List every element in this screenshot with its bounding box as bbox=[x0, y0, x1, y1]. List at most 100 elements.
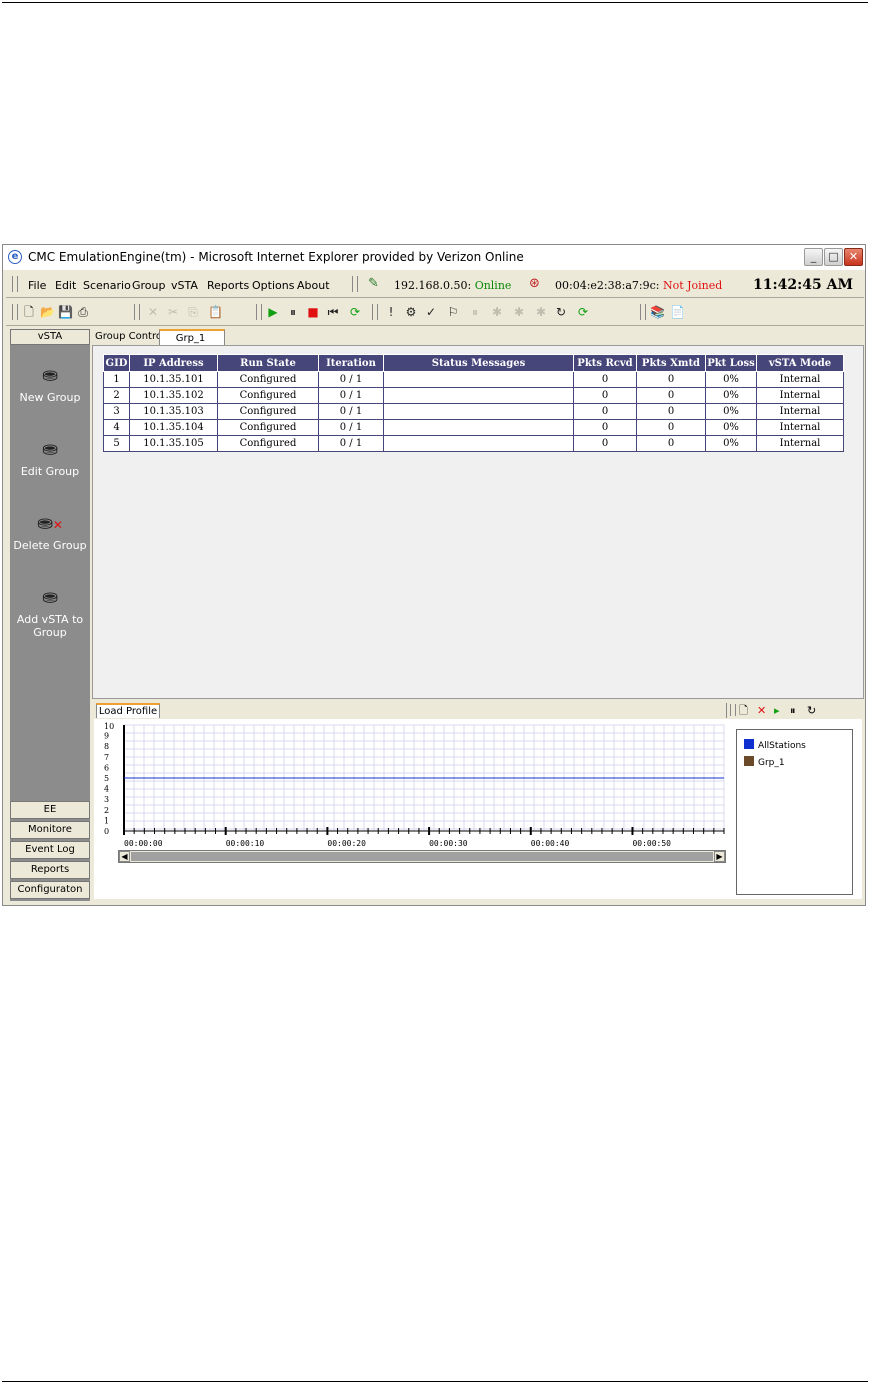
tab-load-profile[interactable]: Load Profile bbox=[96, 703, 160, 718]
toolbar-grip[interactable] bbox=[372, 304, 378, 320]
menu-edit[interactable]: Edit bbox=[55, 279, 76, 292]
chart-scrollbar[interactable]: ◀ ▶ bbox=[118, 850, 726, 863]
stop-icon[interactable]: ■ bbox=[306, 305, 320, 319]
col-gid[interactable]: GID bbox=[103, 354, 130, 372]
cell-pkt-loss: 0% bbox=[705, 435, 757, 452]
copy-icon[interactable]: ⎘ bbox=[186, 305, 200, 319]
menu-file[interactable]: File bbox=[28, 279, 46, 292]
menu-vsta[interactable]: vSTA bbox=[171, 279, 198, 292]
play-profile-icon[interactable]: ▸ bbox=[774, 704, 780, 717]
col-pkt-loss[interactable]: Pkt Loss bbox=[705, 354, 757, 372]
cell-pkt-loss: 0% bbox=[705, 387, 757, 404]
scroll-right-icon[interactable]: ▶ bbox=[714, 851, 725, 862]
cell-gid: 1 bbox=[103, 371, 130, 388]
open-folder-icon[interactable]: 📂 bbox=[40, 305, 55, 319]
menu-scenario[interactable]: Scenario bbox=[83, 279, 131, 292]
toolbar-grip[interactable] bbox=[640, 304, 646, 320]
toolbar-grip[interactable] bbox=[730, 704, 736, 716]
new-group-button[interactable]: ⛂ New Group bbox=[10, 363, 90, 404]
menu-reports[interactable]: Reports bbox=[207, 279, 249, 292]
cell-ip: 10.1.35.101 bbox=[129, 371, 218, 388]
network-status-icon: ✎ bbox=[368, 276, 379, 291]
tab-grp-1[interactable]: Grp_1 bbox=[159, 329, 225, 345]
new-file-icon[interactable]: 🗋 bbox=[22, 305, 36, 319]
chart-legend: AllStations Grp_1 bbox=[736, 729, 853, 895]
cell-pkts-xmtd: 0 bbox=[636, 371, 706, 388]
delete-group-button[interactable]: ⛂✕ Delete Group bbox=[10, 511, 90, 552]
delete-profile-icon[interactable]: ✕ bbox=[757, 704, 766, 717]
rewind-icon[interactable]: ⏮ bbox=[326, 305, 340, 319]
station-run-icon[interactable]: ⚐ bbox=[446, 305, 460, 319]
toolbar-grip[interactable] bbox=[134, 304, 140, 320]
station-pause-icon[interactable]: ⏸ bbox=[468, 305, 482, 319]
maximize-button[interactable]: □ bbox=[824, 248, 843, 266]
table-row[interactable]: 1 10.1.35.101 Configured 0 / 1 0 0 0% In… bbox=[103, 371, 844, 388]
close-button[interactable]: ✕ bbox=[844, 248, 863, 266]
col-iteration[interactable]: Iteration bbox=[318, 354, 384, 372]
col-vsta-mode[interactable]: vSTA Mode bbox=[756, 354, 844, 372]
scroll-left-icon[interactable]: ◀ bbox=[119, 851, 130, 862]
delete-icon[interactable]: ✕ bbox=[146, 305, 160, 319]
run-icon[interactable]: ▶ bbox=[266, 305, 280, 319]
edit-group-button[interactable]: ⛂ Edit Group bbox=[10, 437, 90, 478]
load-profile-chart: 10987654321000:00:00 00:00:10 00:00:20 00:0… bbox=[104, 722, 725, 848]
col-ip-address[interactable]: IP Address bbox=[129, 354, 218, 372]
table-row[interactable]: 2 10.1.35.102 Configured 0 / 1 0 0 0% In… bbox=[103, 387, 844, 404]
y-tick-label: 0 bbox=[104, 827, 109, 836]
document-icon[interactable]: 📄 bbox=[670, 305, 685, 319]
reload-icon[interactable]: ↻ bbox=[554, 305, 568, 319]
table-row[interactable]: 3 10.1.35.103 Configured 0 / 1 0 0 0% In… bbox=[103, 403, 844, 420]
col-run-state[interactable]: Run State bbox=[217, 354, 319, 372]
nav-event-log[interactable]: Event Log bbox=[10, 841, 90, 859]
new-profile-icon[interactable]: 🗋 bbox=[739, 704, 748, 717]
nav-reports[interactable]: Reports bbox=[10, 861, 90, 879]
toolbar-grip[interactable] bbox=[12, 276, 18, 292]
station-icon[interactable]: ǃ bbox=[384, 305, 398, 319]
menu-group[interactable]: Group bbox=[132, 279, 166, 292]
print-icon[interactable]: ⎙ bbox=[76, 305, 90, 319]
col-pkts-rcvd[interactable]: Pkts Rcvd bbox=[573, 354, 637, 372]
toolbar-grip[interactable] bbox=[256, 304, 262, 320]
add-vsta-button[interactable]: ⛂ Add vSTA to Group bbox=[10, 585, 90, 639]
cell-gid: 5 bbox=[103, 435, 130, 452]
report-icon[interactable]: 📚 bbox=[650, 305, 665, 319]
pause-profile-icon[interactable]: ⏸ bbox=[790, 704, 796, 717]
paste-icon[interactable]: 📋 bbox=[208, 305, 223, 319]
x-tick-label: 00:00:30 bbox=[429, 839, 468, 848]
y-tick-label: 10 bbox=[104, 722, 114, 731]
pause-icon[interactable]: ⏸ bbox=[286, 305, 300, 319]
nav-ee[interactable]: EE bbox=[10, 801, 90, 819]
tab-group-control[interactable]: Group Control bbox=[92, 329, 165, 345]
title-bar: e CMC EmulationEngine(tm) - Microsoft In… bbox=[3, 245, 865, 270]
table-row[interactable]: 4 10.1.35.104 Configured 0 / 1 0 0 0% In… bbox=[103, 419, 844, 436]
cut-icon[interactable]: ✂ bbox=[166, 305, 180, 319]
station-disabled-icon[interactable]: ✱ bbox=[534, 305, 548, 319]
menu-about[interactable]: About bbox=[297, 279, 330, 292]
nav-monitore[interactable]: Monitore bbox=[10, 821, 90, 839]
delete-group-label: Delete Group bbox=[13, 539, 87, 552]
toolbar-grip[interactable] bbox=[352, 276, 358, 292]
scroll-thumb[interactable] bbox=[131, 852, 713, 861]
sidebar-header[interactable]: vSTA bbox=[10, 329, 90, 345]
col-pkts-xmtd[interactable]: Pkts Xmtd bbox=[636, 354, 706, 372]
reset-profile-icon[interactable]: ↻ bbox=[807, 704, 816, 717]
menu-options[interactable]: Options bbox=[252, 279, 294, 292]
station-disabled-icon[interactable]: ✱ bbox=[490, 305, 504, 319]
toolbar-grip[interactable] bbox=[12, 304, 18, 320]
refresh-doc-icon[interactable]: ⟳ bbox=[348, 305, 362, 319]
cell-pkts-rcvd: 0 bbox=[573, 387, 637, 404]
save-icon[interactable]: 💾 bbox=[58, 305, 73, 319]
station-config-icon[interactable]: ⚙ bbox=[404, 305, 418, 319]
station-check-icon[interactable]: ✓ bbox=[424, 305, 438, 319]
table-row[interactable]: 5 10.1.35.105 Configured 0 / 1 0 0 0% In… bbox=[103, 435, 844, 452]
edit-group-icon: ⛂ bbox=[42, 438, 58, 460]
menu-bar: File Edit Scenario Group vSTA Reports Op… bbox=[6, 272, 864, 298]
col-status-messages[interactable]: Status Messages bbox=[383, 354, 574, 372]
cell-iteration: 0 / 1 bbox=[318, 371, 384, 388]
station-disabled-icon[interactable]: ✱ bbox=[512, 305, 526, 319]
new-group-label: New Group bbox=[19, 391, 81, 404]
refresh-doc-icon[interactable]: ⟳ bbox=[576, 305, 590, 319]
nav-configuraton[interactable]: Configuraton bbox=[10, 881, 90, 899]
minimize-button[interactable]: _ bbox=[804, 248, 823, 266]
browser-window: e CMC EmulationEngine(tm) - Microsoft In… bbox=[2, 244, 866, 906]
